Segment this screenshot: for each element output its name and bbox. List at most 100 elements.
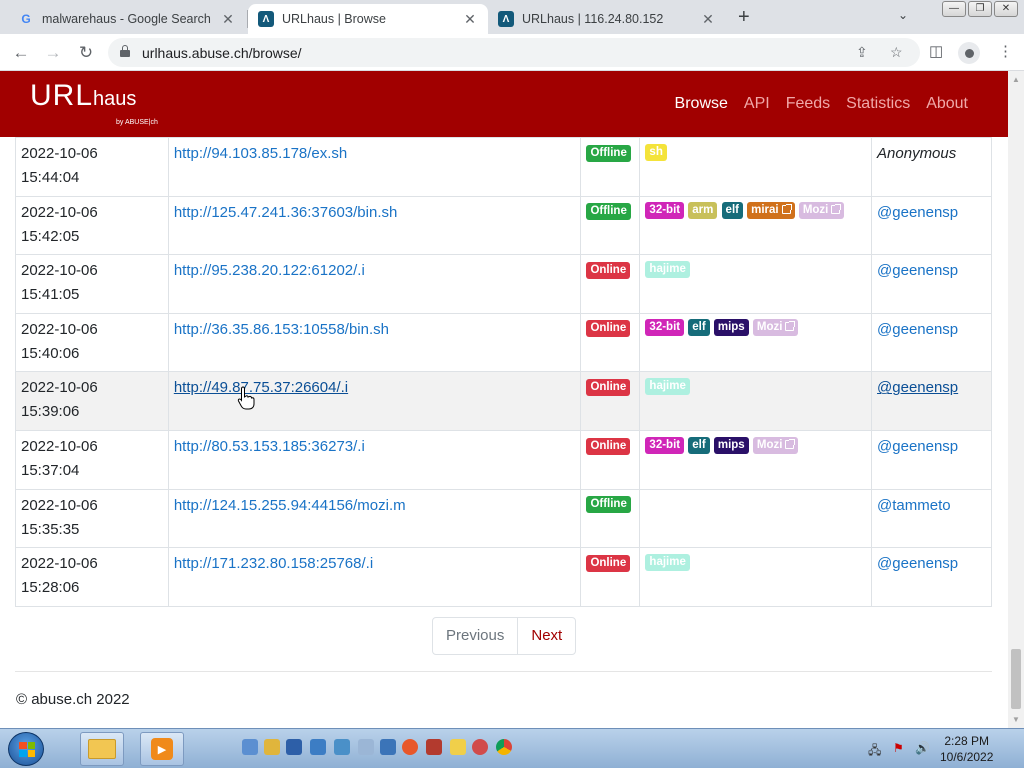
previous-page-button[interactable]: Previous [433,618,519,654]
malware-url-link[interactable]: http://124.15.255.94:44156/mozi.m [174,497,406,514]
menu-kebab-icon[interactable]: ⋮ [998,42,1013,60]
tag-label: hajime [649,379,686,392]
close-icon[interactable]: ✕ [462,11,478,28]
urlhaus-logo[interactable]: URLhaus by ABUSE|ch [30,79,158,126]
action-center-tray-icon[interactable]: ⚑ [893,741,904,755]
quicklaunch-explorer-icon[interactable] [242,739,258,755]
explorer-taskbar-button[interactable] [80,732,124,766]
folder-icon [88,739,116,759]
reload-icon[interactable]: ↻ [75,42,97,64]
bookmark-star-icon[interactable]: ☆ [890,44,903,61]
quicklaunch-display-icon[interactable] [380,739,396,755]
malware-url-link[interactable]: http://94.103.85.178/ex.sh [174,145,347,162]
status-badge: Online [586,320,631,338]
tag-badge[interactable]: arm [688,202,718,220]
tag-badge[interactable]: mips [713,436,749,454]
firefox-icon[interactable] [402,739,418,755]
nav-browse[interactable]: Browse [675,95,728,113]
reporter-cell: @geenensp [871,429,992,490]
site-header: URLhaus by ABUSE|ch Browse API Feeds Sta… [0,71,1008,137]
tag-badge[interactable]: hajime [645,377,690,395]
nav-about[interactable]: About [926,95,968,113]
nav-statistics[interactable]: Statistics [846,95,910,113]
tags-cell: hajime [639,547,873,607]
minimize-icon[interactable]: — [942,1,966,17]
scrollbar-thumb[interactable] [1011,649,1021,709]
tag-badge[interactable]: Mozi [752,436,799,454]
reporter-link[interactable]: @tammeto [877,497,951,514]
tag-badge[interactable]: 32-bit [645,319,685,337]
quicklaunch-app-icon[interactable] [286,739,302,755]
volume-tray-icon[interactable]: 🔊 [915,741,930,755]
side-panel-icon[interactable]: ◫ [929,42,943,60]
forward-icon[interactable]: → [42,42,64,64]
malware-url-link[interactable]: http://36.35.86.153:10558/bin.sh [174,321,389,338]
close-icon[interactable]: ✕ [700,11,716,28]
quicklaunch-monitor-icon[interactable] [334,739,350,755]
status-badge: Online [586,378,631,396]
date-cell: 2022-10-06 15:44:04 [15,137,169,197]
close-window-icon[interactable]: ✕ [994,1,1018,17]
table-row: 2022-10-06 15:35:35 http://124.15.255.94:4… [15,488,992,549]
back-icon[interactable]: ← [10,42,32,64]
tag-badge[interactable]: 32-bit [645,436,685,454]
tag-badge[interactable]: 32-bit [645,202,685,220]
tab-google-search[interactable]: G malwarehaus - Google Search ✕ [8,4,246,34]
tag-badge[interactable]: Mozi [752,319,799,337]
nav-api[interactable]: API [744,95,770,113]
nav-feeds[interactable]: Feeds [786,95,830,113]
tag-badge[interactable]: elf [688,436,710,454]
new-tab-icon[interactable]: + [738,6,750,29]
quicklaunch-archive-icon[interactable] [426,739,442,755]
address-bar[interactable]: urlhaus.abuse.ch/browse/ ⇪ ☆ [108,38,920,67]
malware-url-link[interactable]: http://80.53.153.185:36273/.i [174,438,365,455]
media-player-taskbar-button[interactable]: ▶ [140,732,184,766]
quicklaunch-network-icon[interactable] [310,739,326,755]
share-icon[interactable]: ⇪ [856,44,868,61]
page-scrollbar[interactable]: ▲ ▼ [1008,71,1024,728]
tag-badge[interactable]: mips [713,319,749,337]
restore-icon[interactable]: ❐ [968,1,992,17]
tag-badge[interactable]: elf [688,319,710,337]
tags-cell: 32-bit elf mips Mozi [639,312,873,373]
tab-urlhaus-ip[interactable]: Λ URLhaus | 116.24.80.152 ✕ [488,4,726,34]
date-cell: 2022-10-06 15:28:06 [15,547,169,607]
scroll-down-icon[interactable]: ▼ [1012,715,1020,724]
next-page-button[interactable]: Next [518,618,575,654]
quicklaunch-record-icon[interactable] [472,739,488,755]
status-cell: Offline [580,488,641,549]
network-tray-icon[interactable]: 🖧 [868,741,881,762]
close-icon[interactable]: ✕ [220,11,236,28]
address-text[interactable]: urlhaus.abuse.ch/browse/ [142,45,302,61]
tag-badge[interactable]: hajime [645,553,690,571]
reporter-link[interactable]: @geenensp [877,555,958,572]
chrome-icon[interactable] [496,739,512,755]
quicklaunch-notes-icon[interactable] [450,739,466,755]
malware-url-link[interactable]: http://49.87.75.37:26604/.i [174,379,348,396]
scroll-up-icon[interactable]: ▲ [1012,75,1020,84]
table-row: 2022-10-06 15:37:04 http://80.53.153.185:3… [15,429,992,490]
malware-url-link[interactable]: http://125.47.241.36:37603/bin.sh [174,204,398,221]
chevron-down-icon[interactable]: ⌄ [898,8,908,22]
tag-badge[interactable]: hajime [645,260,690,278]
date-value: 2022-10-06 [21,555,98,573]
malware-url-link[interactable]: http://171.232.80.158:25768/.i [174,555,373,572]
reporter-link[interactable]: @geenensp [877,262,958,279]
reporter-link[interactable]: @geenensp [877,321,958,338]
reporter-link[interactable]: @geenensp [877,438,958,455]
tab-title: malwarehaus - Google Search [42,12,211,26]
quicklaunch-folder-icon[interactable] [264,739,280,755]
tag-badge[interactable]: Mozi [798,202,845,220]
tab-urlhaus-browse[interactable]: Λ URLhaus | Browse ✕ [248,4,488,34]
quicklaunch-shield-icon[interactable] [358,739,374,755]
date-cell: 2022-10-06 15:42:05 [15,195,169,256]
reporter-link[interactable]: @geenensp [877,379,958,396]
tag-badge[interactable]: sh [645,143,667,161]
malware-url-link[interactable]: http://95.238.20.122:61202/.i [174,262,365,279]
reporter-link[interactable]: @geenensp [877,204,958,221]
tag-badge[interactable]: elf [721,202,743,220]
profile-avatar-icon[interactable] [958,42,980,64]
start-button[interactable] [8,732,44,766]
tag-badge[interactable]: mirai [747,202,795,220]
clock[interactable]: 2:28 PM 10/6/2022 [940,733,993,765]
